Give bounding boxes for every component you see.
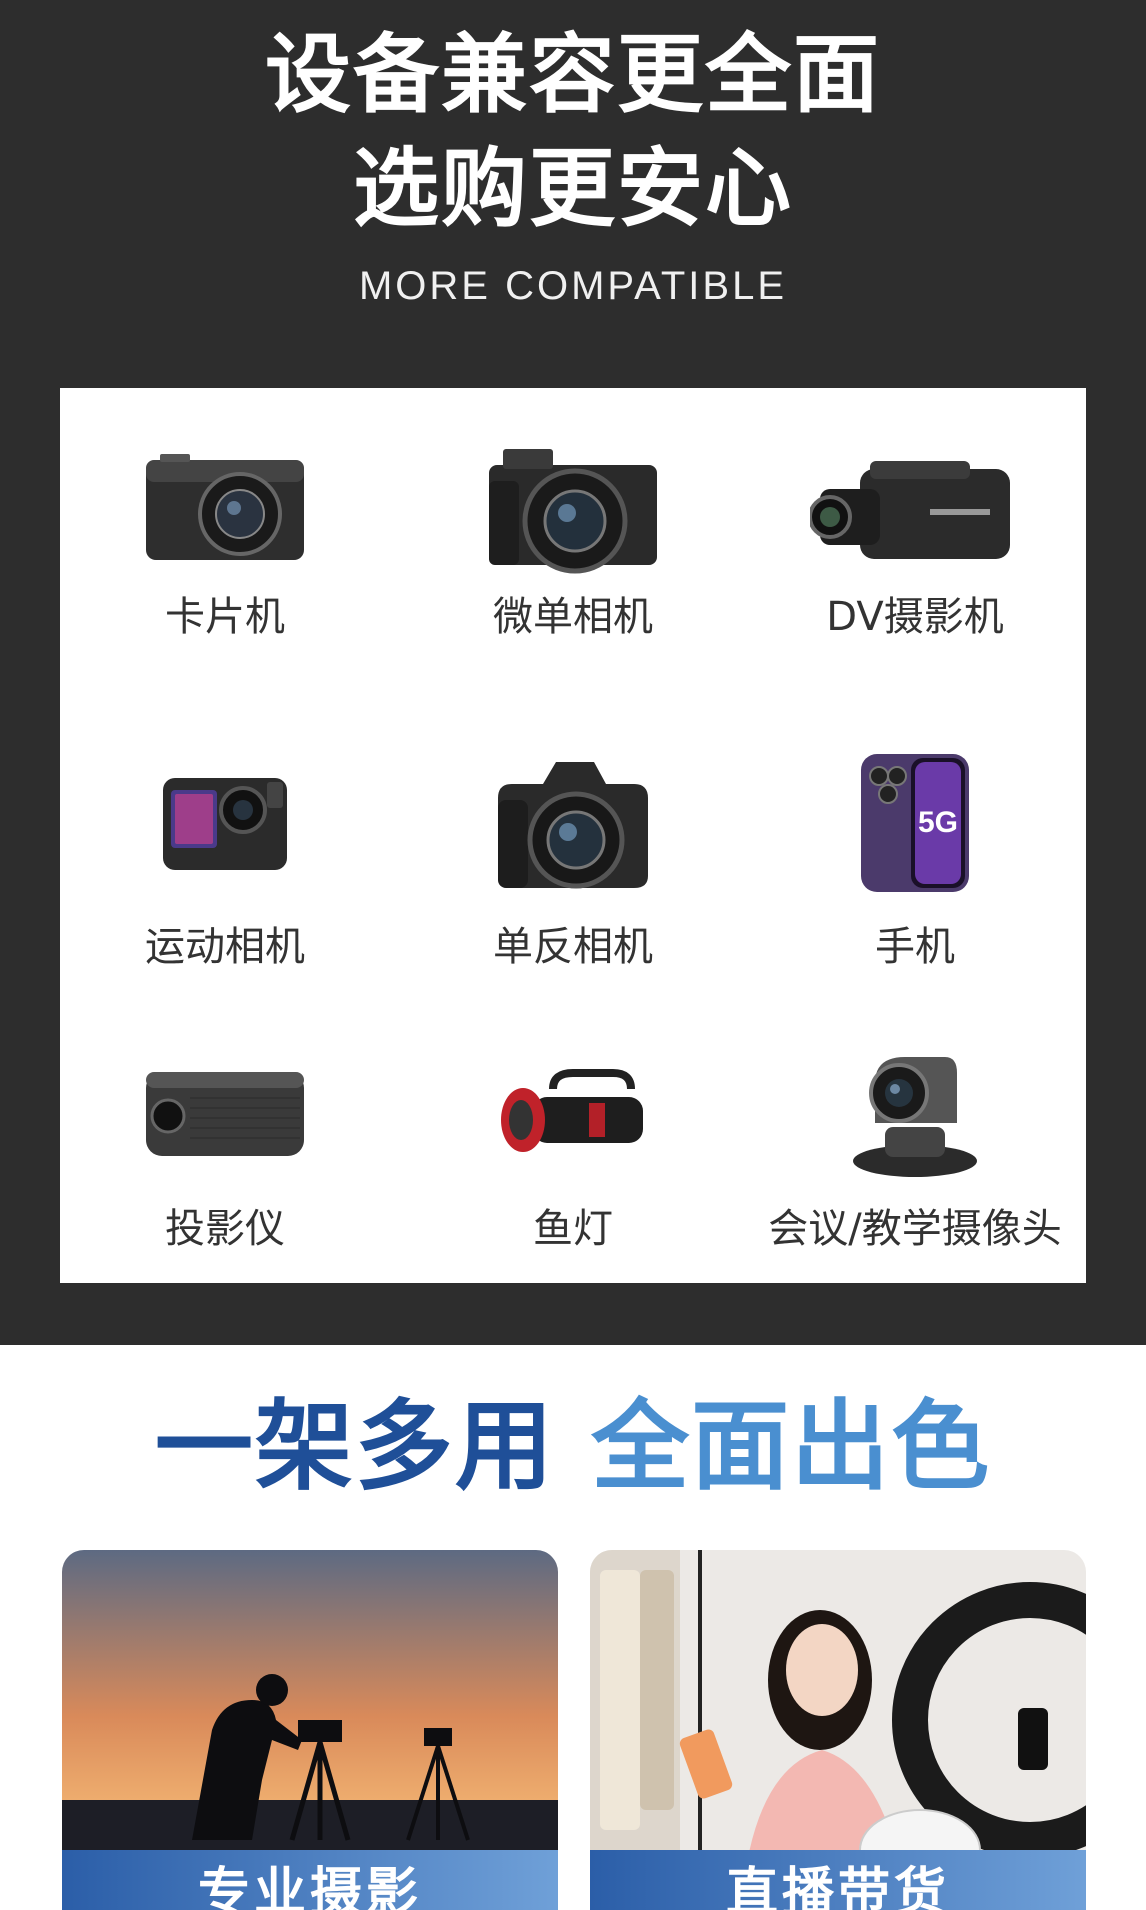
section2-title-part1: 一架多用 [154,1390,555,1504]
device-label: 单反相机 [493,924,653,970]
fish-light-icon [408,1028,738,1198]
device-label: 运动相机 [145,924,305,970]
device-fish-light: 鱼灯 [408,388,738,1252]
device-projector: 投影仪 [60,388,390,1252]
phone-5g-badge: 5G [918,806,958,839]
device-label: 手机 [875,924,955,970]
scene-label: 专业摄影 [62,1850,558,1910]
subtitle: MORE COMPATIBLE [358,264,787,308]
projector-icon [60,1028,390,1198]
section2-title: 一架多用 全面出色 [0,1396,1146,1499]
device-conference-camera: 会议/教学摄像头 [750,388,1080,1252]
phone-icon: 5G [750,738,1080,908]
headline-line1: 设备兼容更全面 [265,25,881,125]
compatibility-section: 设备兼容更全面 选购更安心 MORE COMPATIBLE 卡片机 微单相机 D… [0,0,1146,1345]
conference-camera-icon [750,1028,1080,1198]
device-label: 投影仪 [165,1206,285,1252]
device-label: 鱼灯 [533,1206,613,1252]
scene-livestream: 直播带货 [590,1550,1086,1910]
scene-photography: 专业摄影 [62,1550,558,1910]
scene-label: 直播带货 [590,1850,1086,1910]
section2-title-part2: 全面出色 [591,1390,992,1504]
device-label: 会议/教学摄像头 [768,1206,1062,1252]
dslr-camera-icon [408,738,738,908]
device-grid: 卡片机 微单相机 DV摄影机 运动相机 单反相机 5G 手机 投影仪 鱼灯 会议… [60,388,1086,1283]
headline-line2: 选购更安心 [353,139,793,239]
action-camera-icon [60,738,390,908]
